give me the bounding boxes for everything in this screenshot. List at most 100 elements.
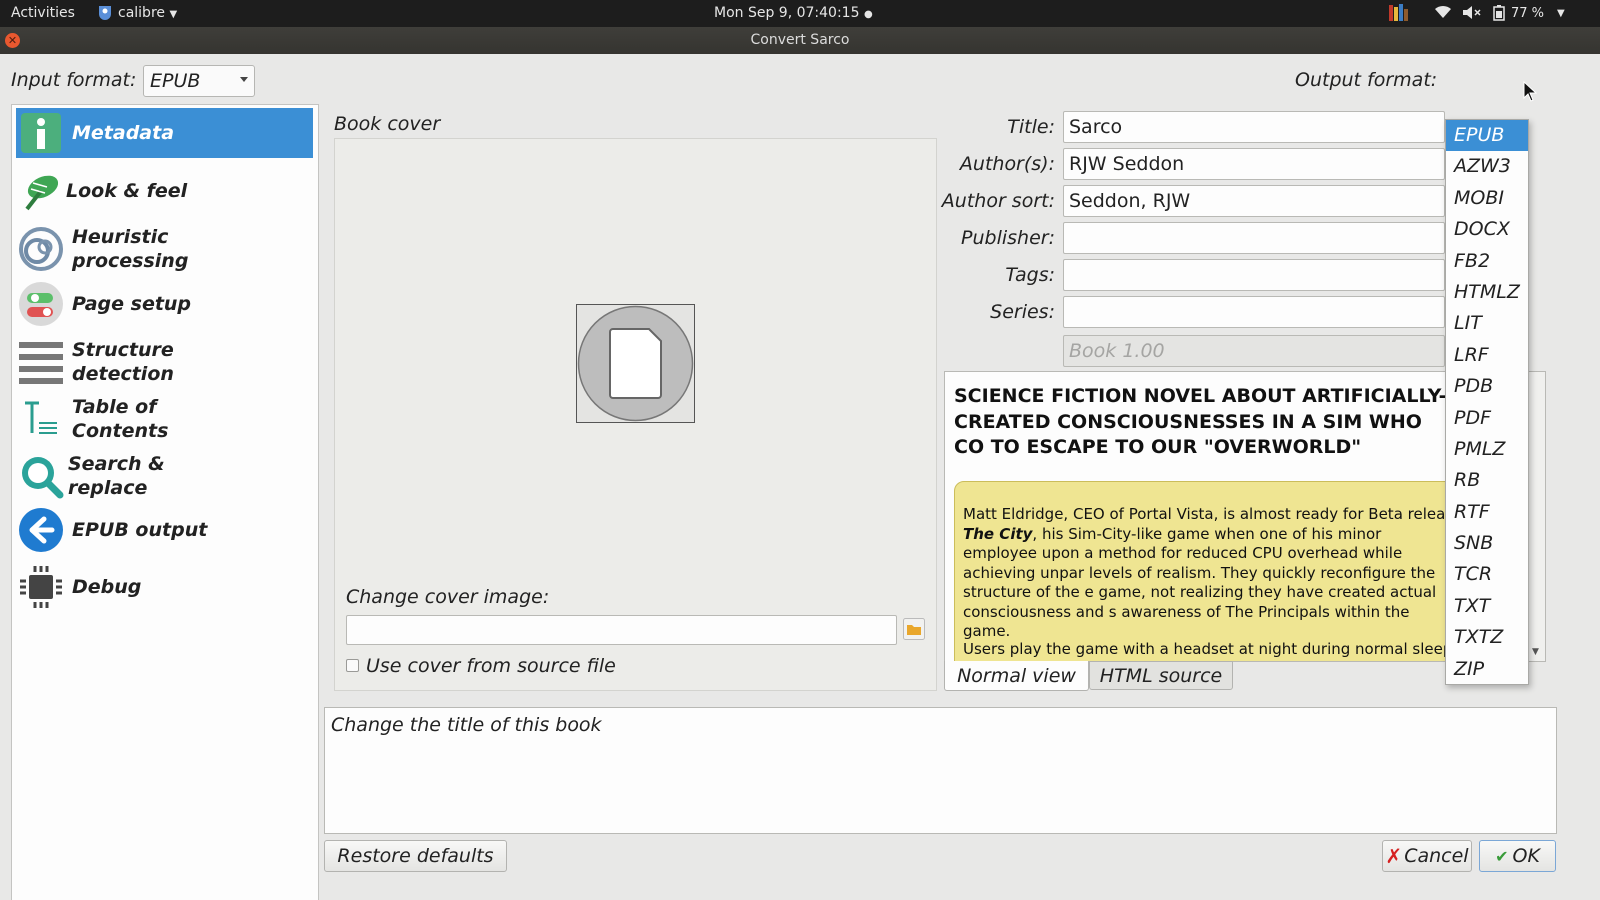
comments-paragraph-1: Matt Eldridge, CEO of Portal Vista, is a… (963, 505, 1446, 642)
sidebar-item-label: Heuristic processing (72, 226, 189, 272)
use-source-cover-checkbox[interactable] (346, 659, 359, 672)
output-format-option[interactable]: PMLZ (1446, 434, 1528, 465)
toggle-icon (16, 279, 66, 329)
notification-dot-icon: ● (863, 9, 873, 20)
cancel-button[interactable]: ✗ Cancel (1382, 840, 1472, 872)
button-label: OK (1512, 845, 1540, 867)
output-format-option[interactable]: EPUB (1446, 120, 1528, 152)
sidebar-item-look-feel[interactable]: Look & feel (16, 166, 313, 216)
input-format-label: Input format: (11, 69, 137, 91)
sidebar-item-label: Look & feel (66, 180, 188, 202)
output-format-option[interactable]: LIT (1446, 308, 1528, 339)
sidebar-item-label: EPUB output (72, 519, 208, 541)
default-cover-icon (577, 305, 694, 422)
sidebar-item-search-replace[interactable]: Search & replace (16, 448, 313, 504)
sidebar-item-toc[interactable]: Table of Contents (16, 391, 313, 447)
series-field[interactable] (1063, 296, 1445, 328)
comments-emphasis: The City (963, 524, 1033, 543)
check-icon: ✔ (1495, 846, 1509, 866)
sidebar-item-metadata[interactable]: Metadata (16, 108, 313, 158)
output-format-option[interactable]: TCR (1446, 559, 1528, 590)
battery-percent: 77 % (1511, 6, 1545, 21)
tab-normal-view[interactable]: Normal view (944, 661, 1089, 691)
ok-button[interactable]: ✔ OK (1479, 840, 1556, 872)
comments-text: , his Sim-City-like game when one of his… (963, 524, 1437, 641)
output-format-option[interactable]: TXT (1446, 591, 1528, 622)
sidebar-item-label: Page setup (72, 293, 192, 315)
toc-icon (16, 394, 66, 444)
comments-heading: SCIENCE FICTION NOVEL ABOUT ARTIFICIALLY… (954, 385, 1447, 458)
output-format-option[interactable]: HTMLZ (1446, 277, 1528, 308)
search-icon (16, 451, 66, 501)
change-cover-label: Change cover image: (346, 586, 550, 608)
series-index-field: Book 1.00 (1063, 335, 1445, 367)
output-format-option[interactable]: DOCX (1446, 214, 1528, 245)
convert-dialog: Input format: EPUB Output format: Metada… (0, 54, 1600, 900)
output-format-option[interactable]: TXTZ (1446, 622, 1528, 653)
app-name: calibre (118, 5, 166, 21)
button-label: Cancel (1404, 845, 1469, 867)
system-top-bar: Activities calibre ▼ Mon Sep 9, 07:40:15… (0, 0, 1600, 27)
tab-html-source[interactable]: HTML source (1089, 661, 1233, 690)
spiral-icon (16, 224, 66, 274)
button-label: Restore defaults (337, 845, 494, 867)
book-cover-heading: Book cover (334, 113, 441, 135)
wifi-icon[interactable] (1434, 5, 1452, 23)
output-format-option[interactable]: AZW3 (1446, 151, 1528, 182)
calibre-tray-icon[interactable] (1388, 3, 1410, 27)
series-label: Series: (990, 301, 1055, 323)
sidebar-item-heuristic[interactable]: Heuristic processing (16, 221, 313, 277)
help-text-box: Change the title of this book (324, 707, 1557, 834)
sidebar-item-label: Metadata (72, 122, 175, 144)
output-format-option[interactable]: PDB (1446, 371, 1528, 402)
author-sort-field[interactable]: Seddon, RJW (1063, 185, 1445, 217)
sidebar-item-debug[interactable]: Debug (16, 562, 313, 612)
scroll-down-icon: ▼ (1532, 647, 1539, 657)
output-format-option[interactable]: PDF (1446, 403, 1528, 434)
publisher-field[interactable] (1063, 222, 1445, 254)
back-arrow-icon (16, 505, 66, 555)
output-format-option[interactable]: FB2 (1446, 246, 1528, 277)
calibre-app-icon (98, 4, 112, 24)
tags-label: Tags: (1005, 264, 1055, 286)
output-format-option[interactable]: RTF (1446, 497, 1528, 528)
system-menu-chevron-icon[interactable]: ▼ (1557, 8, 1565, 19)
title-field[interactable]: Sarco (1063, 111, 1445, 143)
tags-field[interactable] (1063, 259, 1445, 291)
cancel-icon: ✗ (1385, 844, 1403, 868)
clock[interactable]: Mon Sep 9, 07:40:15 ● (714, 5, 873, 21)
chevron-down-icon (240, 77, 248, 82)
output-format-dropdown[interactable]: EPUB AZW3 MOBI DOCX FB2 HTMLZ LIT LRF PD… (1445, 119, 1529, 685)
battery-icon[interactable] (1493, 5, 1505, 25)
sidebar-item-structure[interactable]: Structure detection (16, 334, 313, 390)
output-format-option[interactable]: RB (1446, 465, 1528, 496)
folder-icon (903, 618, 925, 640)
authors-field[interactable]: RJW Seddon (1063, 148, 1445, 180)
tab-label: HTML source (1099, 664, 1223, 687)
title-label: Title: (1007, 116, 1055, 138)
author-sort-label: Author sort: (941, 190, 1055, 212)
output-format-label: Output format: (1295, 69, 1438, 91)
output-format-option[interactable]: SNB (1446, 528, 1528, 559)
input-format-select[interactable]: EPUB (143, 65, 255, 97)
output-format-option[interactable]: LRF (1446, 340, 1528, 371)
app-menu-button[interactable]: calibre ▼ (118, 5, 177, 21)
brush-icon (16, 166, 66, 216)
volume-icon[interactable] (1462, 5, 1482, 24)
restore-defaults-button[interactable]: Restore defaults (324, 840, 507, 872)
lines-icon (16, 337, 66, 387)
sidebar-item-page-setup[interactable]: Page setup (16, 279, 313, 329)
sidebar-item-epub-output[interactable]: EPUB output (16, 505, 313, 555)
authors-label: Author(s): (959, 153, 1055, 175)
chevron-down-icon: ▼ (169, 9, 178, 20)
info-icon (16, 108, 66, 158)
input-format-value: EPUB (150, 70, 201, 92)
close-window-button[interactable]: ✕ (5, 33, 20, 48)
cover-path-input[interactable] (346, 615, 897, 645)
output-format-option[interactable]: MOBI (1446, 183, 1528, 214)
browse-cover-button[interactable] (903, 618, 925, 640)
output-format-option[interactable]: ZIP (1446, 654, 1528, 685)
cover-image[interactable] (576, 304, 695, 423)
book-cover-panel: Change cover image: Use cover from sourc… (334, 138, 937, 691)
activities-button[interactable]: Activities (11, 5, 75, 21)
